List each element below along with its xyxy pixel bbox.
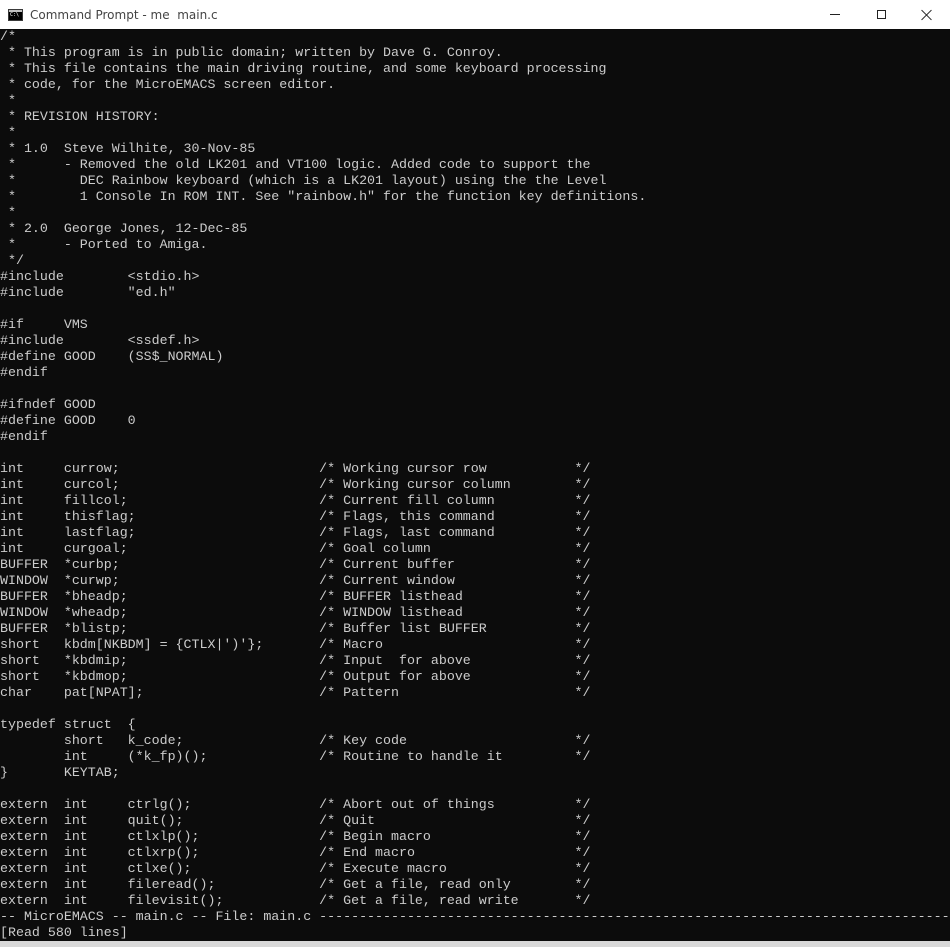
code-line: *	[0, 93, 16, 108]
code-line: * 2.0 George Jones, 12-Dec-85	[0, 221, 248, 236]
message-line[interactable]: [Read 580 lines]	[0, 925, 950, 941]
code-line: extern int filevisit(); /* Get a file, r…	[0, 893, 591, 908]
code-line: short *kbdmip; /* Input for above */	[0, 653, 591, 668]
code-line: #if VMS	[0, 317, 88, 332]
code-line: #define GOOD (SS$_NORMAL)	[0, 349, 224, 364]
code-line: extern int fileread(); /* Get a file, re…	[0, 877, 591, 892]
code-line: #include <ssdef.h>	[0, 333, 200, 348]
code-line: extern int ctlxlp(); /* Begin macro */	[0, 829, 591, 844]
code-line: extern int quit(); /* Quit */	[0, 813, 591, 828]
code-line: * REVISION HISTORY:	[0, 109, 160, 124]
maximize-icon	[876, 10, 886, 19]
code-line: int (*k_fp)(); /* Routine to handle it *…	[0, 749, 591, 764]
code-line: int curcol; /* Working cursor column */	[0, 477, 591, 492]
command-prompt-window: Command Prompt - me main.c /* * This pro…	[0, 0, 950, 947]
code-line: * 1.0 Steve Wilhite, 30-Nov-85	[0, 141, 256, 156]
code-line: * code, for the MicroEMACS screen editor…	[0, 77, 336, 92]
code-line: * This program is in public domain; writ…	[0, 45, 503, 60]
code-line: extern int ctlxrp(); /* End macro */	[0, 845, 591, 860]
code-line: #ifndef GOOD	[0, 397, 96, 412]
close-button[interactable]	[904, 0, 950, 29]
code-line: BUFFER *curbp; /* Current buffer */	[0, 557, 591, 572]
code-line: #endif	[0, 365, 48, 380]
editor-text-area[interactable]: /* * This program is in public domain; w…	[0, 29, 950, 925]
cmd-icon[interactable]	[8, 8, 23, 21]
code-line: typedef struct {	[0, 717, 136, 732]
title-bar[interactable]: Command Prompt - me main.c	[0, 0, 950, 29]
code-line: extern int ctlxe(); /* Execute macro */	[0, 861, 591, 876]
code-line: * - Ported to Amiga.	[0, 237, 208, 252]
code-line: * DEC Rainbow keyboard (which is a LK201…	[0, 173, 607, 188]
code-line: *	[0, 205, 16, 220]
window-bottom-edge	[0, 941, 950, 947]
minimize-button[interactable]	[812, 0, 858, 29]
code-line: int curgoal; /* Goal column */	[0, 541, 591, 556]
code-line: /*	[0, 29, 16, 44]
code-line: short k_code; /* Key code */	[0, 733, 591, 748]
code-line: WINDOW *wheadp; /* WINDOW listhead */	[0, 605, 591, 620]
code-line: */	[0, 253, 24, 268]
code-line: BUFFER *blistp; /* Buffer list BUFFER */	[0, 621, 591, 636]
code-line: *	[0, 125, 16, 140]
code-line: #include "ed.h"	[0, 285, 176, 300]
code-line: #define GOOD 0	[0, 413, 136, 428]
code-line: * - Removed the old LK201 and VT100 logi…	[0, 157, 591, 172]
code-line: WINDOW *curwp; /* Current window */	[0, 573, 591, 588]
code-line: int lastflag; /* Flags, last command */	[0, 525, 591, 540]
code-line: short kbdm[NKBDM] = {CTLX|')'}; /* Macro…	[0, 637, 591, 652]
close-icon	[921, 9, 933, 21]
code-line: int currow; /* Working cursor row */	[0, 461, 591, 476]
code-line: #endif	[0, 429, 48, 444]
code-line: } KEYTAB;	[0, 765, 120, 780]
code-line: int thisflag; /* Flags, this command */	[0, 509, 591, 524]
mode-line: -- MicroEMACS -- main.c -- File: main.c …	[0, 909, 950, 924]
minimize-icon	[830, 14, 840, 15]
code-line: * 1 Console In ROM INT. See "rainbow.h" …	[0, 189, 647, 204]
code-line: * This file contains the main driving ro…	[0, 61, 607, 76]
window-title: Command Prompt - me main.c	[30, 7, 218, 22]
code-line: char pat[NPAT]; /* Pattern */	[0, 685, 591, 700]
code-line: BUFFER *bheadp; /* BUFFER listhead */	[0, 589, 591, 604]
code-line: short *kbdmop; /* Output for above */	[0, 669, 591, 684]
maximize-button[interactable]	[858, 0, 904, 29]
code-line: int fillcol; /* Current fill column */	[0, 493, 591, 508]
code-line: #include <stdio.h>	[0, 269, 200, 284]
code-line: extern int ctrlg(); /* Abort out of thin…	[0, 797, 591, 812]
